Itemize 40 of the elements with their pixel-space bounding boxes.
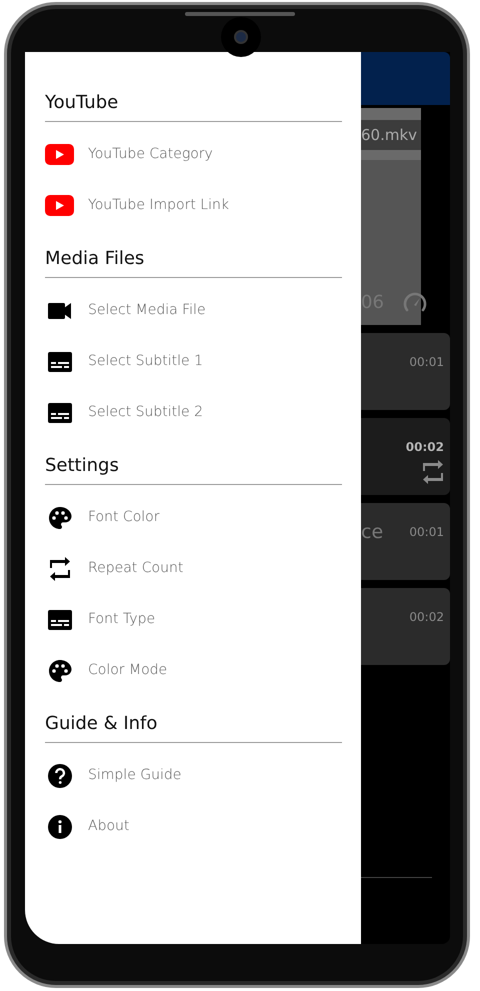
video-camera-icon bbox=[48, 302, 72, 318]
menu-item[interactable]: YouTube Import Link bbox=[45, 180, 342, 231]
menu-item[interactable]: YouTube Category bbox=[45, 129, 342, 180]
video-caption-strip bbox=[361, 150, 421, 160]
file-name: 60.mkv bbox=[361, 120, 421, 150]
speed-gauge-icon[interactable] bbox=[403, 290, 427, 314]
video-top-bar bbox=[361, 108, 421, 120]
section-heading: Settings bbox=[45, 451, 342, 485]
menu-item[interactable]: Font Type bbox=[45, 594, 342, 645]
subtitle-card[interactable]: 00:02 bbox=[361, 588, 450, 665]
timestamp: 00:02 bbox=[406, 439, 444, 456]
help-icon bbox=[48, 764, 72, 788]
section-heading: Media Files bbox=[45, 244, 342, 278]
palette-icon bbox=[48, 506, 72, 530]
subtitle-card[interactable]: 00:02 bbox=[361, 418, 450, 495]
menu-item[interactable]: Repeat Count bbox=[45, 543, 342, 594]
section-heading: YouTube bbox=[45, 88, 342, 122]
menu-item[interactable]: Select Media File bbox=[45, 285, 342, 336]
menu-item[interactable]: Select Subtitle 1 bbox=[45, 336, 342, 387]
youtube-play-icon bbox=[45, 144, 74, 165]
youtube-play-icon bbox=[45, 195, 74, 216]
info-icon bbox=[48, 814, 72, 838]
timestamp: 00:01 bbox=[409, 524, 444, 541]
menu-item[interactable]: Color Mode bbox=[45, 645, 342, 696]
menu-item[interactable]: Select Subtitle 2 bbox=[45, 387, 342, 438]
subtitles-icon bbox=[48, 610, 72, 630]
subtitles-icon bbox=[48, 402, 72, 422]
menu-item[interactable]: Simple Guide bbox=[45, 750, 342, 801]
camera-icon bbox=[221, 17, 261, 57]
timestamp: 00:02 bbox=[409, 609, 444, 626]
menu-item[interactable]: Font Color bbox=[45, 492, 342, 543]
subtitle-card[interactable]: ce 00:01 bbox=[361, 503, 450, 580]
repeat-icon bbox=[48, 556, 70, 580]
menu-item[interactable]: About bbox=[45, 801, 342, 852]
subtitle-text: ce bbox=[361, 523, 384, 545]
timestamp: 00:01 bbox=[409, 354, 444, 371]
subtitles-icon bbox=[48, 352, 72, 372]
subtitle-card[interactable]: 00:01 bbox=[361, 333, 450, 410]
palette-icon bbox=[48, 658, 72, 682]
section-heading: Guide & Info bbox=[45, 709, 342, 743]
